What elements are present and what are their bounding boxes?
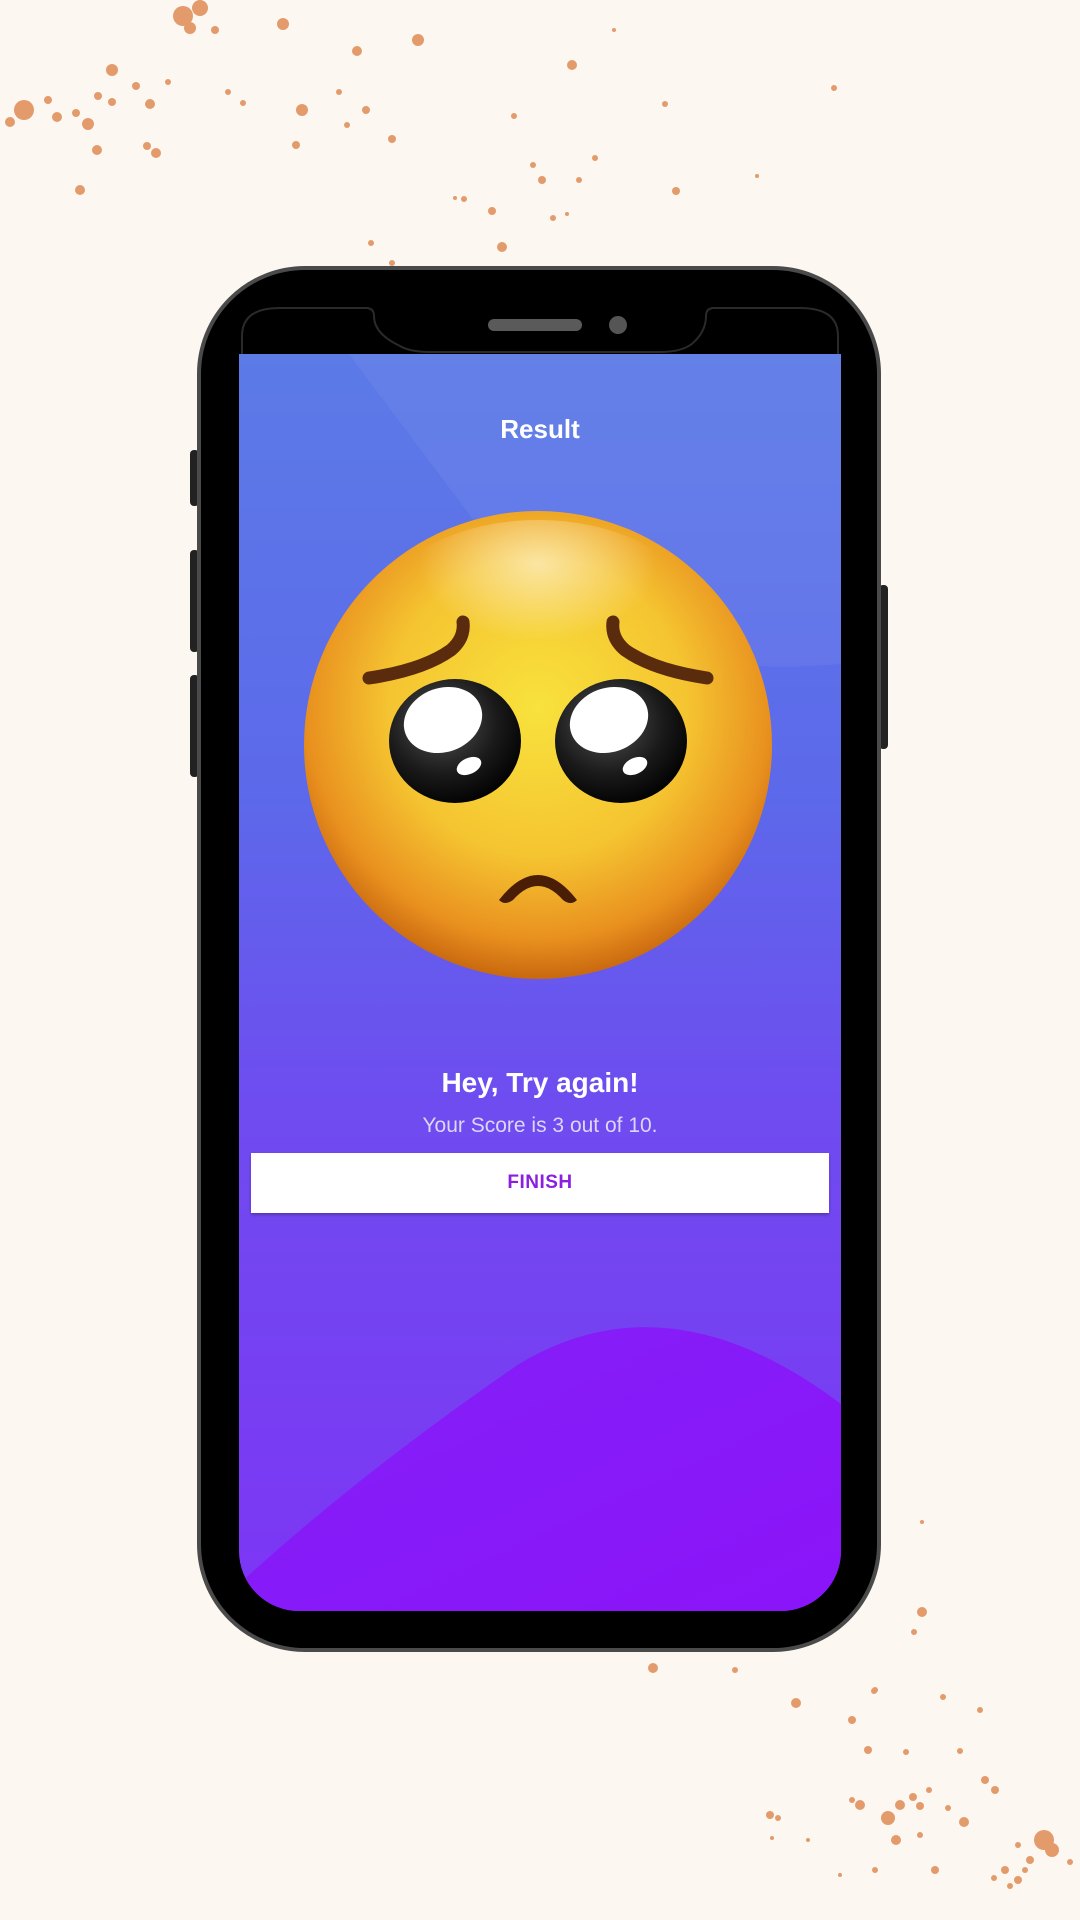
finish-button[interactable]: FINISH <box>251 1153 829 1213</box>
speaker-grille <box>488 319 582 331</box>
front-camera <box>609 316 627 334</box>
result-heading: Hey, Try again! <box>441 1067 639 1098</box>
page-title: Result <box>500 414 580 444</box>
pleading-face-icon <box>304 511 772 979</box>
app-screen: Result Hey, Try again! Your Score is 3 o… <box>239 354 841 1611</box>
score-text: Your Score is 3 out of 10. <box>422 1114 658 1137</box>
